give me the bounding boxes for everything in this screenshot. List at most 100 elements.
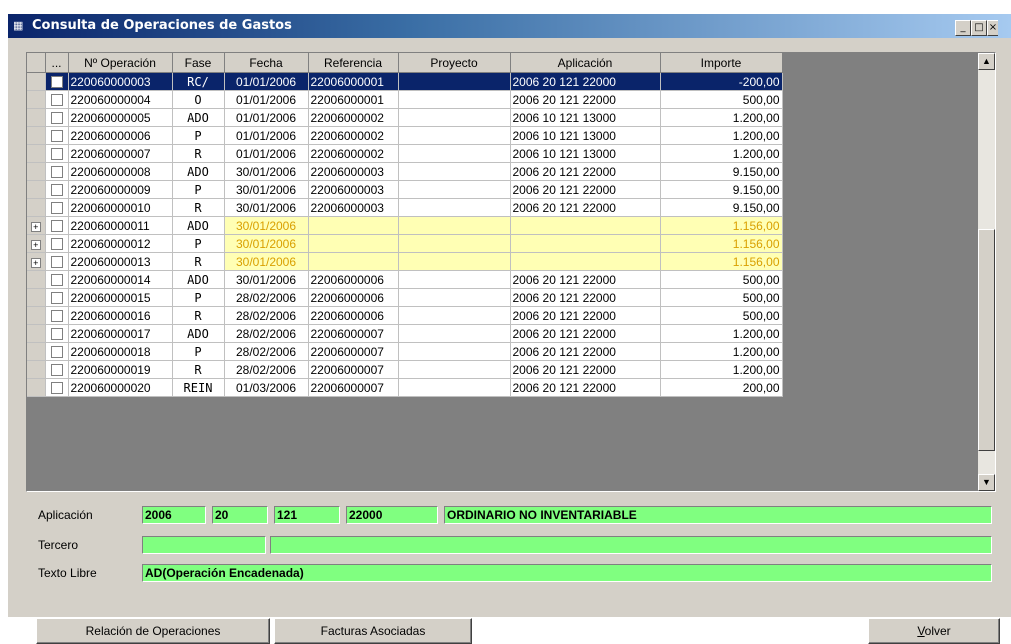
row-checkbox[interactable] xyxy=(50,112,63,125)
row-select-cell[interactable] xyxy=(45,108,69,127)
row-select-cell[interactable] xyxy=(45,342,69,361)
header-operacion[interactable]: Nº Operación xyxy=(68,53,173,73)
row-select-cell[interactable] xyxy=(45,270,69,289)
expand-icon[interactable]: + xyxy=(30,257,41,268)
header-fecha[interactable]: Fecha xyxy=(224,53,309,73)
operacion-cell: 220060000018 xyxy=(68,342,173,361)
tercero-label: Tercero xyxy=(38,538,79,552)
row-checkbox[interactable] xyxy=(50,274,63,287)
row-checkbox[interactable] xyxy=(50,148,63,161)
row-checkbox[interactable] xyxy=(50,94,63,107)
expand-icon[interactable]: + xyxy=(30,239,41,250)
facturas-asociadas-button[interactable]: Facturas Asociadas xyxy=(274,618,472,644)
row-select-cell[interactable] xyxy=(45,360,69,379)
table-row[interactable]: +220060000012 P 30/01/2006 1.156,00 xyxy=(27,234,783,253)
table-row[interactable]: +220060000011 ADO 30/01/2006 1.156,00 xyxy=(27,216,783,235)
header-select[interactable]: ... xyxy=(45,53,69,73)
row-checkbox[interactable] xyxy=(50,346,63,359)
row-select-cell[interactable] xyxy=(45,378,69,397)
table-row[interactable]: 220060000018 P 28/02/2006 22006000007 2006 2… xyxy=(27,342,783,361)
close-button[interactable]: × xyxy=(987,20,998,36)
row-checkbox[interactable] xyxy=(50,130,63,143)
row-checkbox[interactable] xyxy=(50,202,63,215)
header-fase[interactable]: Fase xyxy=(172,53,225,73)
row-checkbox[interactable] xyxy=(50,220,63,233)
table-row[interactable]: 220060000003 RC/01/01/2006 22006000001 2006… xyxy=(27,72,783,91)
header-proyecto[interactable]: Proyecto xyxy=(398,53,511,73)
vertical-scrollbar[interactable]: ▲ ▼ xyxy=(978,53,995,491)
aplicacion-year-field[interactable]: 2006 xyxy=(142,506,206,524)
row-select-cell[interactable] xyxy=(45,216,69,235)
table-row[interactable]: 220060000020 REIN 01/03/2006 22006000007 200… xyxy=(27,378,783,397)
scroll-up-icon[interactable]: ▲ xyxy=(978,53,995,70)
table-row[interactable]: 220060000004 O 01/01/2006 22006000001 2006 2… xyxy=(27,90,783,109)
row-checkbox[interactable] xyxy=(50,328,63,341)
row-checkbox[interactable] xyxy=(50,238,63,251)
expand-icon[interactable]: + xyxy=(30,221,41,232)
importe-cell: 1.200,00 xyxy=(660,324,783,343)
dialog-window: ▦ Consulta de Operaciones de Gastos _ □ … xyxy=(8,14,1011,644)
table-row[interactable]: 220060000008 ADO 30/01/2006 22006000003 2006… xyxy=(27,162,783,181)
title-bar[interactable]: ▦ Consulta de Operaciones de Gastos _ □ … xyxy=(8,14,1011,38)
row-select-cell[interactable] xyxy=(45,90,69,109)
scroll-thumb[interactable] xyxy=(978,229,995,451)
table-row[interactable]: 220060000007 R 01/01/2006 22006000002 2006 1… xyxy=(27,144,783,163)
header-expander xyxy=(27,53,46,73)
table-row[interactable]: 220060000014 ADO 30/01/2006 22006000006 2006… xyxy=(27,270,783,289)
row-checkbox[interactable] xyxy=(50,310,63,323)
aplicacion-desc-field[interactable]: ORDINARIO NO INVENTARIABLE xyxy=(444,506,992,524)
row-select-cell[interactable] xyxy=(45,234,69,253)
aplicacion-func-field[interactable]: 121 xyxy=(274,506,340,524)
table-row[interactable]: 220060000015 P 28/02/2006 22006000006 2006 2… xyxy=(27,288,783,307)
row-select-cell[interactable] xyxy=(45,162,69,181)
table-row[interactable]: +220060000013 R 30/01/2006 1.156,00 xyxy=(27,252,783,271)
table-row[interactable]: 220060000010 R 30/01/2006 22006000003 2006 2… xyxy=(27,198,783,217)
row-select-cell[interactable] xyxy=(45,252,69,271)
table-row[interactable]: 220060000017 ADO 28/02/2006 22006000007 2006… xyxy=(27,324,783,343)
texto-libre-field[interactable]: AD(Operación Encadenada) xyxy=(142,564,992,582)
row-select-cell[interactable] xyxy=(45,180,69,199)
row-select-cell[interactable] xyxy=(45,324,69,343)
tercero-code-field[interactable] xyxy=(142,536,266,554)
row-checkbox[interactable] xyxy=(50,256,63,269)
row-select-cell[interactable] xyxy=(45,144,69,163)
aplicacion-org-field[interactable]: 20 xyxy=(212,506,268,524)
row-checkbox[interactable] xyxy=(50,364,63,377)
header-importe[interactable]: Importe xyxy=(660,53,783,73)
row-select-cell[interactable] xyxy=(45,198,69,217)
row-select-cell[interactable] xyxy=(45,288,69,307)
row-checkbox[interactable] xyxy=(50,292,63,305)
row-checkbox[interactable] xyxy=(50,382,63,395)
row-expander xyxy=(27,90,46,109)
header-aplicacion[interactable]: Aplicación xyxy=(510,53,661,73)
table-row[interactable]: 220060000016 R 28/02/2006 22006000006 2006 2… xyxy=(27,306,783,325)
row-expander xyxy=(27,162,46,181)
operacion-cell: 220060000020 xyxy=(68,378,173,397)
referencia-cell xyxy=(308,234,399,253)
table-row[interactable]: 220060000006 P 01/01/2006 22006000002 2006 1… xyxy=(27,126,783,145)
scroll-down-icon[interactable]: ▼ xyxy=(978,474,995,491)
row-expander xyxy=(27,72,46,91)
operations-grid[interactable]: ... Nº Operación Fase Fecha Referencia P… xyxy=(26,52,996,492)
row-select-cell[interactable] xyxy=(45,72,69,91)
row-expander xyxy=(27,198,46,217)
row-checkbox[interactable] xyxy=(50,76,63,89)
operacion-cell: 220060000014 xyxy=(68,270,173,289)
fase-cell: R xyxy=(172,198,225,217)
volver-button[interactable]: Volver xyxy=(868,618,1000,644)
relacion-operaciones-button[interactable]: Relación de Operaciones xyxy=(36,618,270,644)
operacion-cell: 220060000003 xyxy=(68,72,173,91)
tercero-name-field[interactable] xyxy=(270,536,992,554)
aplicacion-econ-field[interactable]: 22000 xyxy=(346,506,438,524)
table-row[interactable]: 220060000009 P 30/01/2006 22006000003 2006 2… xyxy=(27,180,783,199)
maximize-button[interactable]: □ xyxy=(971,20,987,36)
header-referencia[interactable]: Referencia xyxy=(308,53,399,73)
fase-cell: P xyxy=(172,126,225,145)
row-checkbox[interactable] xyxy=(50,166,63,179)
row-select-cell[interactable] xyxy=(45,126,69,145)
minimize-button[interactable]: _ xyxy=(955,20,971,36)
table-row[interactable]: 220060000005 ADO 01/01/2006 22006000002 2006… xyxy=(27,108,783,127)
table-row[interactable]: 220060000019 R 28/02/2006 22006000007 2006 2… xyxy=(27,360,783,379)
row-checkbox[interactable] xyxy=(50,184,63,197)
row-select-cell[interactable] xyxy=(45,306,69,325)
